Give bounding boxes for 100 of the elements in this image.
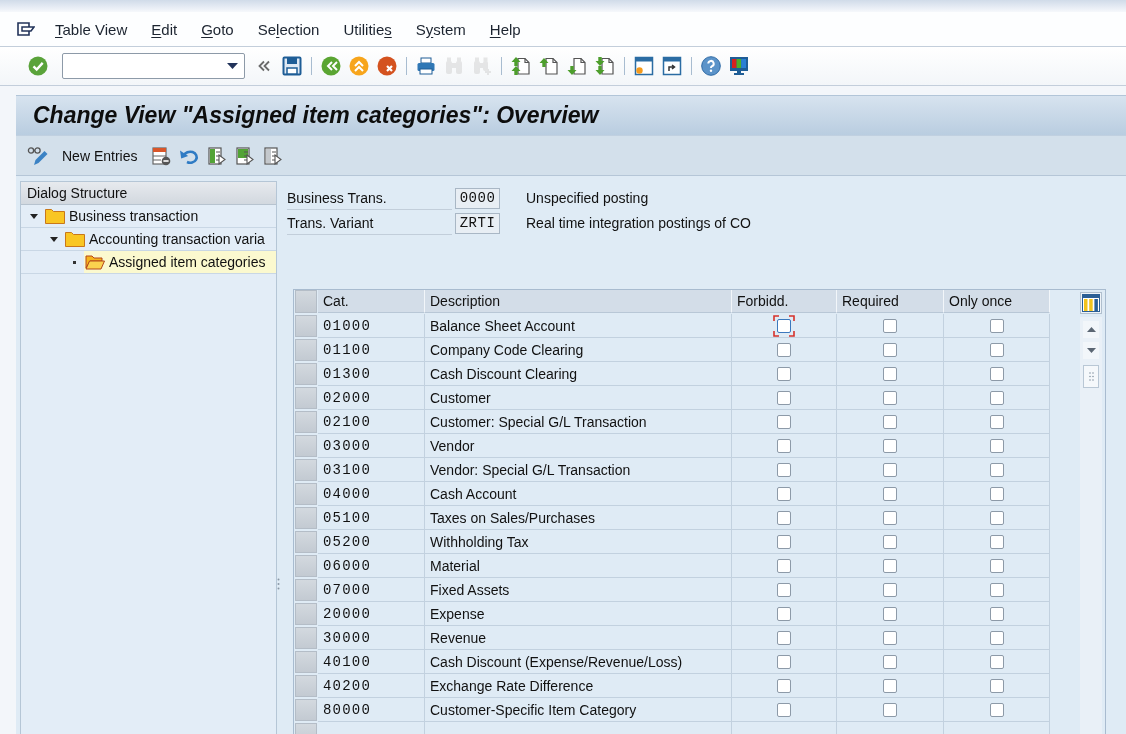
checkbox[interactable]: [883, 390, 897, 405]
checkbox[interactable]: [989, 414, 1004, 429]
tree-item[interactable]: Business transaction: [44, 205, 276, 227]
double-chevron-up-circle-icon: [349, 56, 369, 76]
checkbox[interactable]: [989, 606, 1004, 621]
column-settings-button[interactable]: [1080, 292, 1102, 314]
checkbox[interactable]: [883, 414, 897, 429]
checkbox[interactable]: [989, 678, 1004, 693]
menu-item[interactable]: Help: [489, 20, 521, 38]
checkbox[interactable]: [777, 342, 791, 357]
checkbox[interactable]: [777, 558, 791, 573]
triangle-up-icon: [1086, 327, 1096, 332]
table-cell: 30000: [318, 626, 425, 650]
menu-item[interactable]: System: [415, 20, 466, 38]
checkbox[interactable]: [883, 558, 897, 573]
checkbox[interactable]: [777, 462, 791, 477]
checkbox[interactable]: [777, 582, 791, 597]
checkbox[interactable]: [883, 438, 897, 453]
checkbox[interactable]: [883, 486, 897, 501]
folder-icon: [45, 208, 65, 224]
column-header[interactable]: Cat.: [318, 290, 425, 313]
checkbox[interactable]: [989, 462, 1004, 477]
menu-button[interactable]: [17, 22, 35, 36]
checkbox[interactable]: [777, 630, 791, 645]
checkbox[interactable]: [777, 438, 791, 453]
scroll-down-button[interactable]: [1083, 342, 1099, 359]
checkbox[interactable]: [777, 486, 791, 501]
column-header[interactable]: Required: [837, 290, 944, 313]
caret-down-icon[interactable]: [50, 236, 58, 242]
checkbox[interactable]: [777, 654, 791, 669]
checkbox[interactable]: [989, 438, 1004, 453]
checkbox[interactable]: [883, 654, 897, 669]
checkbox[interactable]: [989, 702, 1004, 717]
checkbox[interactable]: [883, 510, 897, 525]
checkbox[interactable]: [883, 342, 897, 357]
checkbox[interactable]: [989, 534, 1004, 549]
open-folder-icon: [85, 254, 105, 270]
checkbox[interactable]: [883, 462, 897, 477]
menu-item[interactable]: Table View: [55, 20, 128, 38]
checkbox[interactable]: [777, 390, 791, 405]
table-cell: Vendor: [425, 434, 732, 458]
table-cell: 01300: [318, 362, 425, 386]
checkbox[interactable]: [777, 606, 791, 621]
scroll-up-button[interactable]: [1083, 321, 1099, 338]
value-field: ZRTI: [455, 212, 500, 234]
triangle-down-icon: [1086, 348, 1096, 353]
scrollbar[interactable]: [1080, 317, 1102, 734]
checkbox[interactable]: [777, 510, 791, 525]
caret-down-icon[interactable]: [30, 213, 38, 219]
check-icon: [28, 56, 48, 76]
splitter-grip-icon[interactable]: [277, 578, 280, 590]
column-header[interactable]: Only once: [944, 290, 1050, 313]
screen-title: Change View "Assigned item categories": Overview: [33, 102, 599, 129]
panel-title: Dialog Structure: [21, 182, 276, 205]
column-header[interactable]: Forbidd.: [732, 290, 837, 313]
menu-item[interactable]: Edit: [151, 20, 178, 38]
field-description: Real time integration postings of CO: [525, 215, 752, 231]
checkbox[interactable]: [989, 318, 1004, 333]
tree-item[interactable]: Accounting transaction varia: [64, 228, 276, 250]
checkbox[interactable]: [883, 606, 897, 621]
table-cell: Revenue: [425, 626, 732, 650]
checkbox[interactable]: [777, 702, 791, 717]
checkbox[interactable]: [883, 702, 897, 717]
checkbox[interactable]: [989, 366, 1004, 381]
checkbox[interactable]: [883, 582, 897, 597]
table-cell: Taxes on Sales/Purchases: [425, 506, 732, 530]
checkbox[interactable]: [989, 558, 1004, 573]
checkbox[interactable]: [989, 630, 1004, 645]
checkbox[interactable]: [989, 654, 1004, 669]
table-cell: 06000: [318, 554, 425, 578]
table-cell: 01100: [318, 338, 425, 362]
checkbox[interactable]: [989, 486, 1004, 501]
column-header[interactable]: Description: [425, 290, 732, 313]
table-cell: Fixed Assets: [425, 578, 732, 602]
tree-item[interactable]: Assigned item categories: [84, 251, 276, 273]
new-entries-button[interactable]: New Entries: [58, 144, 142, 167]
checkbox[interactable]: [989, 510, 1004, 525]
page-arrow-icon: [263, 145, 284, 166]
page-stripe-arrow-icon: [207, 145, 228, 166]
checkbox[interactable]: [883, 534, 897, 549]
checkbox[interactable]: [883, 366, 897, 381]
menu-item[interactable]: Selection: [257, 20, 320, 38]
checkbox[interactable]: [883, 630, 897, 645]
checkbox[interactable]: [777, 414, 791, 429]
checkbox[interactable]: [883, 678, 897, 693]
checkbox[interactable]: [989, 582, 1004, 597]
checkbox[interactable]: [989, 342, 1004, 357]
table-cell: Company Code Clearing: [425, 338, 732, 362]
checkbox[interactable]: [777, 534, 791, 549]
scrollbar-thumb[interactable]: [1083, 365, 1099, 388]
checkbox[interactable]: [989, 390, 1004, 405]
menu-item[interactable]: Goto: [201, 20, 234, 38]
table-cell: 40200: [318, 674, 425, 698]
checkbox[interactable]: [777, 678, 791, 693]
checkbox[interactable]: [883, 318, 897, 333]
double-chevron-left-circle-icon: [321, 56, 341, 76]
menu-item[interactable]: Utilities: [343, 20, 392, 38]
checkbox[interactable]: [777, 366, 791, 381]
command-field[interactable]: [62, 53, 245, 79]
table-cell: Vendor: Special G/L Transaction: [425, 458, 732, 482]
